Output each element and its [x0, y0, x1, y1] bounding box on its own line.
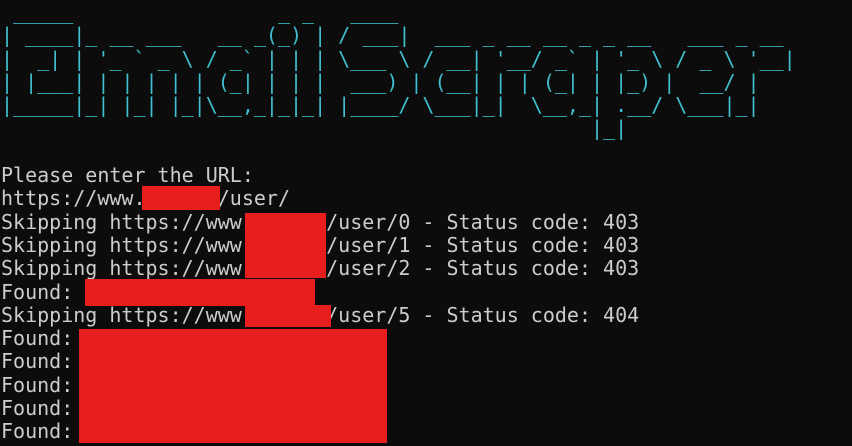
banner-line: | _| | '_ ` _ \ / _` | | | \___ \ / __| …: [1, 46, 796, 71]
url-input-line[interactable]: https://www. /user/: [1, 187, 796, 211]
redaction-box: [142, 186, 220, 210]
banner-line: |_|: [1, 116, 628, 141]
redaction-box: [85, 279, 315, 306]
banner-line: |_____|_| |_| |_|\__,_|_|_| |____/ \___|…: [1, 93, 760, 118]
log-line: Skipping https://www /user/0 - Status co…: [1, 209, 640, 234]
ascii-banner: _____ _ _ ____ | ____|_ __ ___ __ _(_) | …: [1, 0, 796, 141]
redaction-box: [79, 329, 387, 443]
log-line: Skipping https://www /user/1 - Status co…: [1, 232, 640, 257]
banner-line: | ____|_ __ ___ __ _(_) | / ___| ___ _ _…: [1, 23, 784, 48]
log-line: Skipping https://www /user/5 - Status co…: [1, 302, 640, 327]
banner-line: _____ _ _ ____: [1, 0, 399, 24]
log-line: Skipping https://www /user/2 - Status co…: [1, 256, 640, 281]
redaction-box: [245, 213, 326, 278]
redaction-box: [245, 305, 331, 327]
banner-line: | |___| | | | | | (_| | | | ___) | (__| …: [1, 69, 760, 94]
prompt-line: Please enter the URL:: [1, 163, 254, 188]
